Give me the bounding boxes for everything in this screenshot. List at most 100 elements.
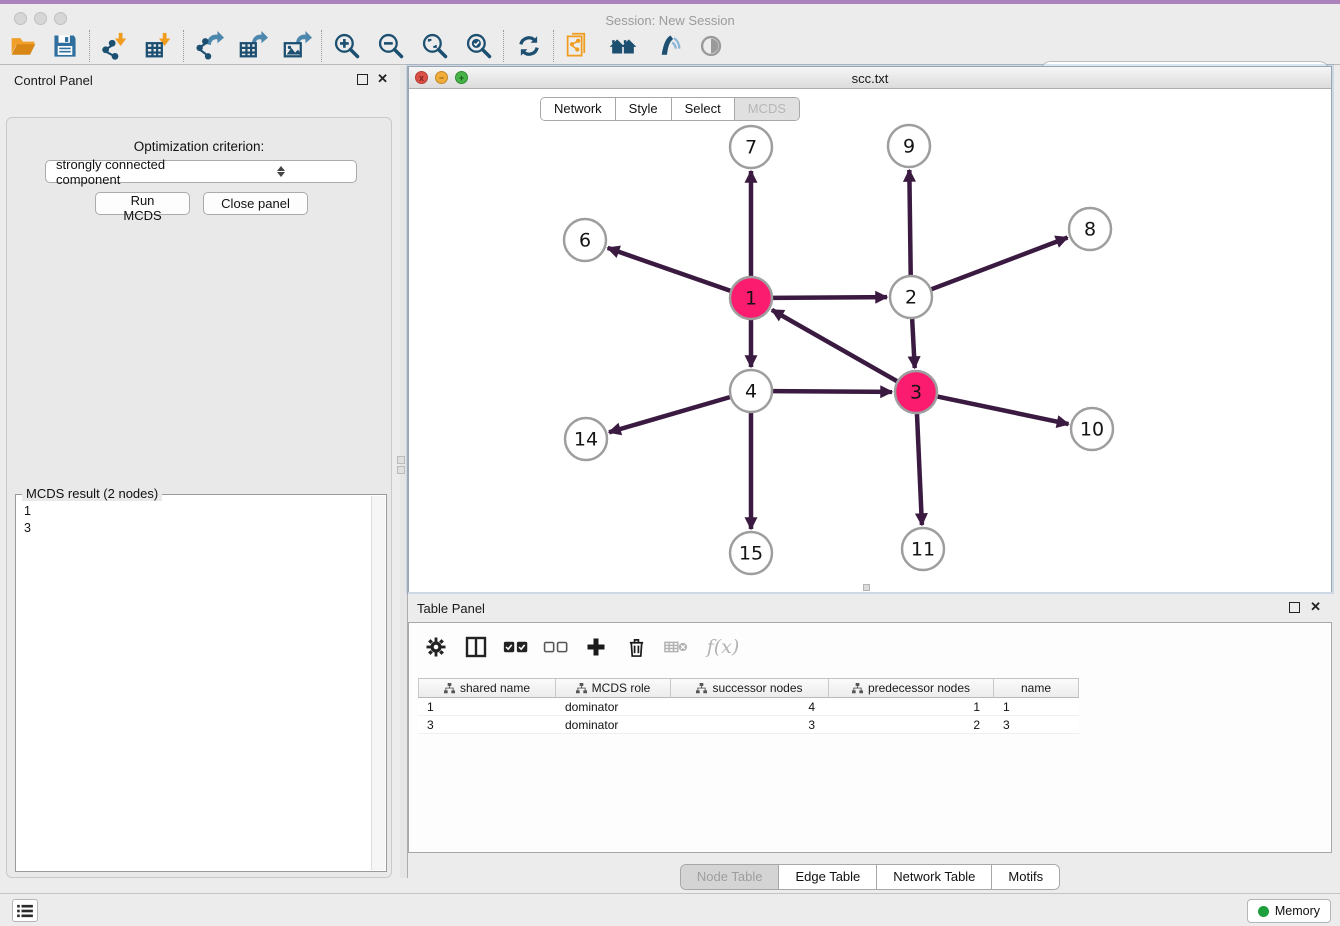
export-image-icon: [282, 31, 312, 61]
node-label-2: 2: [905, 287, 917, 309]
edge-3-10[interactable]: [938, 397, 1069, 425]
table-tabs-bar: Node TableEdge TableNetwork TableMotifs: [408, 864, 1332, 890]
import-table-button[interactable]: [144, 30, 174, 62]
cell-predecessor-nodes[interactable]: 2: [829, 716, 994, 733]
open-folder-icon: [9, 32, 37, 60]
edge-1-2[interactable]: [773, 297, 887, 298]
close-panel-button[interactable]: Close panel: [203, 192, 308, 215]
column-header-predecessor-nodes[interactable]: predecessor nodes: [829, 679, 994, 697]
delete-column-button: [663, 634, 689, 660]
splitter-grip[interactable]: [397, 466, 405, 474]
cell-MCDS-role[interactable]: dominator: [556, 716, 671, 733]
export-table-button[interactable]: [238, 30, 268, 62]
run-mcds-button[interactable]: Run MCDS: [95, 192, 190, 215]
status-bar: Memory: [0, 893, 1340, 926]
add-row-button[interactable]: [583, 634, 609, 660]
tab-mcds[interactable]: MCDS: [735, 98, 799, 120]
cell-successor-nodes[interactable]: 3: [671, 716, 829, 733]
cell-MCDS-role[interactable]: dominator: [556, 698, 671, 715]
zoom-fit-icon: [421, 32, 449, 60]
table-toolbar: f(x): [409, 623, 1331, 671]
cell-shared-name[interactable]: 3: [418, 716, 556, 733]
refresh-view-button[interactable]: [514, 30, 544, 62]
control-panel-title: Control Panel: [14, 73, 93, 88]
table-panel-header: Table Panel ✕: [408, 595, 1332, 621]
tab-network-table[interactable]: Network Table: [877, 865, 992, 889]
import-network-button[interactable]: [100, 30, 130, 62]
result-scrollbar[interactable]: [371, 496, 385, 870]
node-label-7: 7: [745, 137, 757, 159]
cell-name[interactable]: 3: [994, 716, 1079, 733]
delete-row-button[interactable]: [623, 634, 649, 660]
export-network-button[interactable]: [194, 30, 224, 62]
refresh-icon: [516, 33, 542, 59]
zoom-in-button[interactable]: [332, 30, 362, 62]
window-resize-handle[interactable]: [863, 584, 870, 591]
column-header-shared-name[interactable]: shared name: [418, 679, 556, 697]
zoom-out-icon: [377, 32, 405, 60]
table-row[interactable]: 1dominator411: [418, 698, 1079, 716]
cell-successor-nodes[interactable]: 4: [671, 698, 829, 715]
tab-edge-table[interactable]: Edge Table: [779, 865, 877, 889]
column-header-successor-nodes[interactable]: successor nodes: [671, 679, 829, 697]
mcds-result-title: MCDS result (2 nodes): [22, 486, 162, 501]
edge-2-3[interactable]: [912, 319, 915, 368]
table-row[interactable]: 3dominator323: [418, 716, 1079, 734]
node-label-1: 1: [745, 288, 757, 310]
clone-network-button[interactable]: [564, 30, 594, 62]
zoom-out-button[interactable]: [376, 30, 406, 62]
splitter-grip[interactable]: [397, 456, 405, 464]
edge-4-3[interactable]: [773, 391, 892, 392]
node-table-panel: f(x) shared nameMCDS rolesuccessor nodes…: [408, 622, 1332, 853]
tab-motifs[interactable]: Motifs: [992, 865, 1059, 889]
main-toolbar: [0, 28, 1340, 65]
cell-predecessor-nodes[interactable]: 1: [829, 698, 994, 715]
float-panel-icon[interactable]: [357, 74, 368, 85]
edge-3-11[interactable]: [917, 414, 922, 525]
export-image-button[interactable]: [282, 30, 312, 62]
float-table-panel-icon[interactable]: [1289, 602, 1300, 613]
edge-2-8[interactable]: [932, 238, 1068, 290]
toolbar-separator: [183, 30, 185, 62]
column-header-name[interactable]: name: [994, 679, 1079, 697]
attribute-type-icon: [444, 683, 455, 694]
cell-name[interactable]: 1: [994, 698, 1079, 715]
network-graph-canvas[interactable]: 1234678910111415: [409, 89, 1331, 592]
show-view-button[interactable]: [696, 30, 726, 62]
close-table-panel-icon[interactable]: ✕: [1310, 601, 1321, 612]
edge-2-9[interactable]: [909, 170, 910, 275]
zoom-selected-button[interactable]: [464, 30, 494, 62]
panel-splitter[interactable]: [400, 66, 408, 878]
tab-select[interactable]: Select: [672, 98, 735, 120]
show-columns-button[interactable]: [463, 634, 489, 660]
mcds-result-box: MCDS result (2 nodes) 1 3: [15, 494, 387, 872]
columns-icon: [465, 636, 487, 658]
cell-shared-name[interactable]: 1: [418, 698, 556, 715]
mcds-result-text[interactable]: 1 3: [24, 503, 31, 537]
tab-network[interactable]: Network: [541, 98, 616, 120]
node-table: shared nameMCDS rolesuccessor nodesprede…: [418, 678, 1079, 734]
tab-style[interactable]: Style: [616, 98, 672, 120]
control-panel-header: Control Panel ✕: [0, 66, 400, 94]
hide-view-button[interactable]: [652, 30, 682, 62]
memory-button[interactable]: Memory: [1247, 899, 1331, 923]
export-network-icon: [194, 31, 224, 61]
save-session-button[interactable]: [50, 30, 80, 62]
optimization-select[interactable]: strongly connected component: [45, 160, 357, 183]
zoom-fit-button[interactable]: [420, 30, 450, 62]
edge-1-6[interactable]: [608, 248, 731, 291]
edge-3-1[interactable]: [772, 310, 897, 381]
table-settings-button[interactable]: [423, 634, 449, 660]
select-all-button[interactable]: [503, 634, 529, 660]
network-window-titlebar[interactable]: x − + scc.txt: [409, 67, 1331, 89]
tab-node-table[interactable]: Node Table: [681, 865, 780, 889]
clone-network-icon: [565, 32, 593, 60]
close-panel-icon[interactable]: ✕: [377, 73, 388, 84]
home-layout-button[interactable]: [608, 30, 638, 62]
task-history-button[interactable]: [12, 899, 38, 922]
column-header-MCDS-role[interactable]: MCDS role: [556, 679, 671, 697]
edge-4-14[interactable]: [609, 397, 730, 432]
open-session-button[interactable]: [8, 30, 38, 62]
node-label-11: 11: [911, 539, 935, 561]
deselect-all-button[interactable]: [543, 634, 569, 660]
